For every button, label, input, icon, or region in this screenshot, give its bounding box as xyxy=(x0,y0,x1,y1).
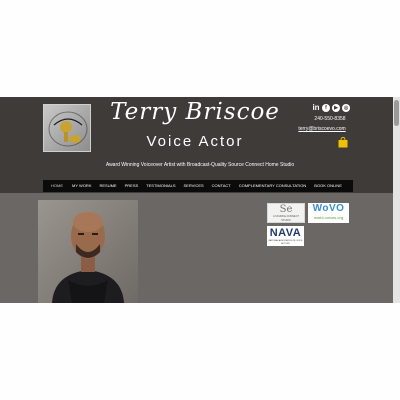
wovo-badge[interactable]: WoVO world-voices.org xyxy=(308,203,349,223)
source-connect-badge[interactable]: Se A SOURCE-CONNECT STUDIO xyxy=(267,203,305,223)
microphone-logo-icon xyxy=(48,111,88,147)
nava-badge[interactable]: NAVA NATIONAL ASSOCIATION OF VOICE ACTOR… xyxy=(267,226,304,246)
nav-complementary-consultation[interactable]: COMPLEMENTARY CONSULTATION xyxy=(239,180,307,192)
tagline: Award Winning Voiceover Artist with Broa… xyxy=(105,162,295,168)
social-bar: in f ▶ ◎ xyxy=(312,104,350,113)
wovo-url: world-voices.org xyxy=(313,215,344,220)
nav-contact[interactable]: CONTACT xyxy=(212,180,231,192)
browser-viewport: Terry Briscoe Voice Actor Award Winning … xyxy=(0,97,400,303)
main-nav: HOME MY WORK RESUME PRESS TESTIMONIALS S… xyxy=(43,180,353,192)
nava-caption: NATIONAL ASSOCIATION OF VOICE ACTORS xyxy=(268,240,303,245)
facebook-icon[interactable]: f xyxy=(322,104,330,112)
site-logo[interactable] xyxy=(43,104,91,152)
vertical-scrollbar[interactable] xyxy=(393,97,400,303)
youtube-icon[interactable]: ▶ xyxy=(332,104,340,112)
nav-my-work[interactable]: MY WORK xyxy=(72,180,91,192)
shopping-bag-icon[interactable] xyxy=(338,137,348,148)
main-content: Se A SOURCE-CONNECT STUDIO WoVO world-vo… xyxy=(0,193,393,303)
site-subtitle: Voice Actor xyxy=(146,133,244,150)
headshot-photo xyxy=(38,200,138,303)
site-title[interactable]: Terry Briscoe xyxy=(100,97,290,127)
nav-resume[interactable]: RESUME xyxy=(99,180,116,192)
nava-logo-text: NAVA xyxy=(269,227,302,239)
instagram-icon[interactable]: ◎ xyxy=(342,104,350,112)
nav-testimonials[interactable]: TESTIMONIALS xyxy=(146,180,175,192)
site-header: Terry Briscoe Voice Actor Award Winning … xyxy=(0,97,393,193)
nav-home[interactable]: HOME xyxy=(51,180,63,192)
nav-services[interactable]: SERVICES xyxy=(184,180,204,192)
phone-number[interactable]: 240-550-8358 xyxy=(300,116,360,123)
nav-press[interactable]: PRESS xyxy=(125,180,139,192)
top-margin xyxy=(0,0,400,97)
source-connect-caption: A SOURCE-CONNECT STUDIO xyxy=(272,215,300,222)
email-link[interactable]: terry@briscoevo.com xyxy=(290,126,354,133)
bottom-margin xyxy=(0,303,400,400)
nav-book-online[interactable]: BOOK ONLINE xyxy=(314,180,342,192)
wovo-logo-text: WoVO xyxy=(312,203,345,214)
scrollbar-thumb[interactable] xyxy=(394,100,399,126)
source-connect-mark: Se xyxy=(279,204,293,215)
linkedin-icon[interactable]: in xyxy=(312,104,320,112)
